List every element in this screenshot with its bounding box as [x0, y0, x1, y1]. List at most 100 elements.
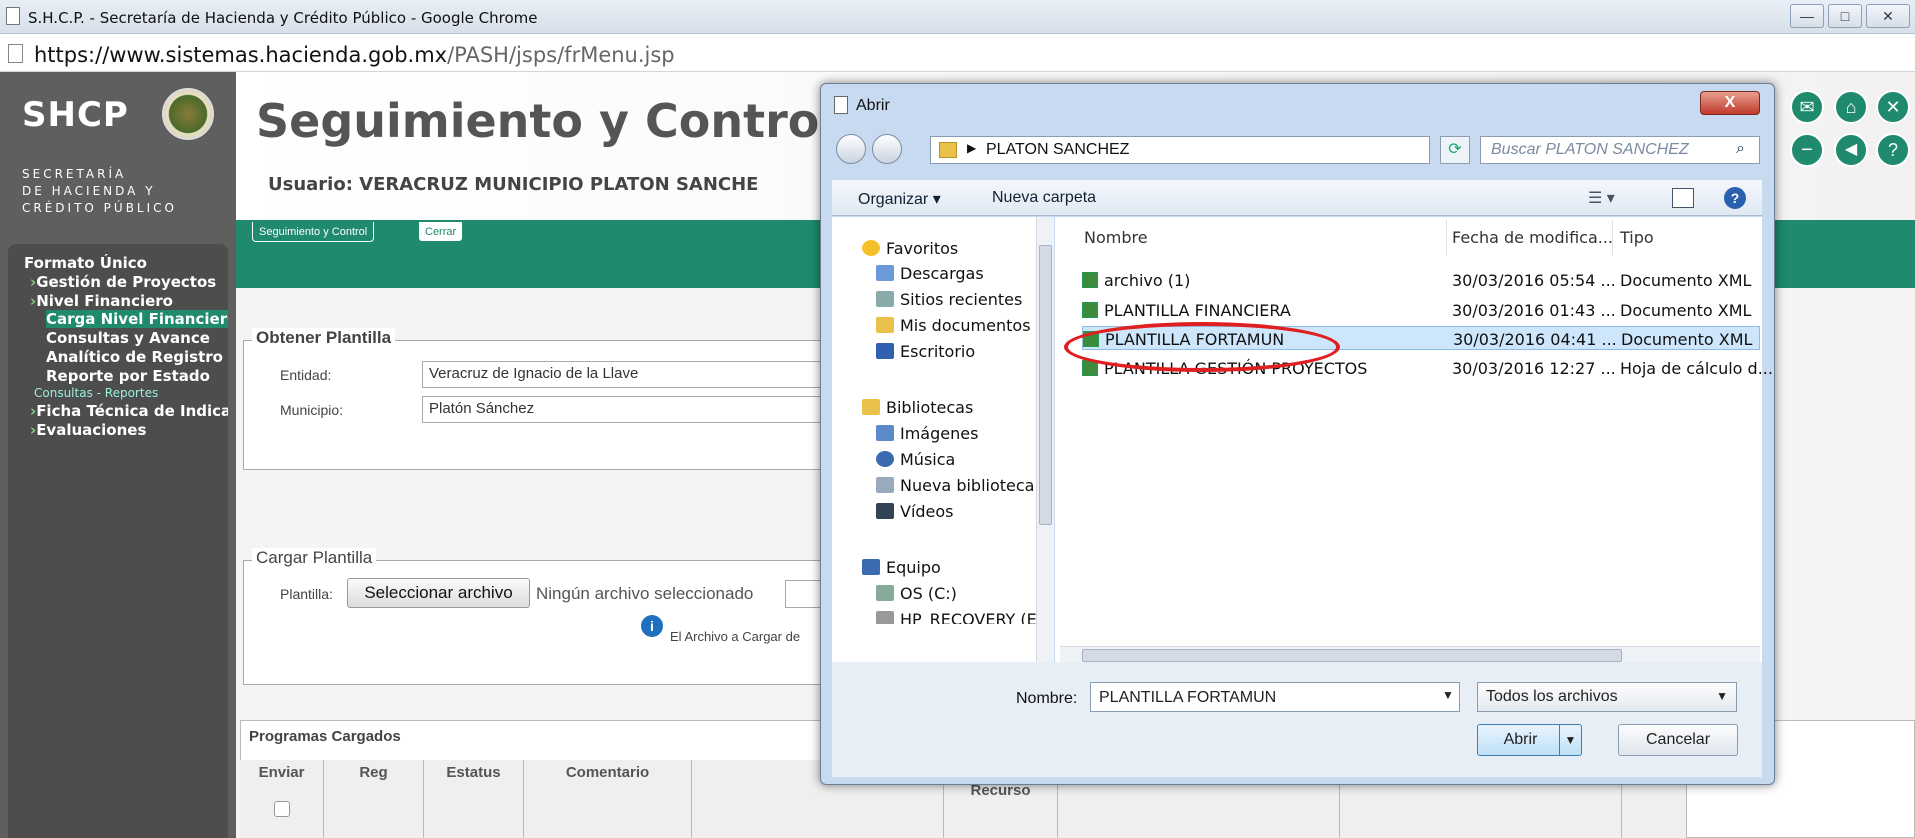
col-divider [1612, 220, 1613, 256]
tab-cerrar[interactable]: Cerrar [418, 222, 464, 242]
dialog-path-bar[interactable]: ▶ PLATON SANCHEZ [930, 136, 1430, 164]
nav-os-c[interactable]: OS (C:) [876, 584, 957, 603]
nav-scrollbar[interactable] [1036, 217, 1054, 662]
nav-escritorio[interactable]: Escritorio [876, 342, 975, 361]
col-nombre[interactable]: Nombre [1084, 228, 1148, 247]
file-row[interactable]: archivo (1) 30/03/2016 05:54 ... Documento… [1082, 268, 1760, 292]
file-row[interactable]: PLANTILLA FINANCIERA 30/03/2016 01:43 ...… [1082, 298, 1760, 322]
home-icon[interactable]: ⌂ [1834, 90, 1868, 124]
computer-icon [862, 559, 880, 575]
path-text: PLATON SANCHEZ [986, 141, 1130, 158]
star-icon [862, 240, 880, 256]
chevron-right-icon: ▶ [967, 141, 977, 155]
nav-equipo[interactable]: Equipo [862, 558, 941, 577]
url-text[interactable]: https://www.sistemas.hacienda.gob.mx/PAS… [34, 43, 675, 67]
sidebar-item-formato-unico[interactable]: Formato Único [24, 254, 147, 272]
xml-file-icon [1082, 272, 1098, 288]
sidebar-item-reporte-estado[interactable]: Reporte por Estado [46, 367, 228, 385]
hscroll-thumb[interactable] [1082, 649, 1622, 662]
search-icon[interactable]: ⌕ [1736, 140, 1745, 158]
window-title: S.H.C.P. - Secretaría de Hacienda y Créd… [28, 9, 538, 27]
nav-musica[interactable]: Música [876, 450, 955, 469]
sidebar-item-gestion-proyectos[interactable]: ›Gestión de Proyectos [30, 273, 228, 291]
select-file-button[interactable]: Seleccionar archivo [347, 578, 530, 608]
col-comentario: Comentario [524, 760, 692, 838]
sidebar-item-nivel-financiero[interactable]: ›Nivel Financiero [30, 292, 228, 310]
nav-descargas[interactable]: Descargas [876, 264, 984, 283]
back-nav-icon[interactable] [836, 134, 866, 164]
sidebar-item-analitico-registro[interactable]: Analítico de Registro [46, 348, 228, 366]
sidebar-item-ficha-tecnica[interactable]: ›Ficha Técnica de Indicadores [30, 402, 228, 420]
close-window-button[interactable]: ✕ [1866, 4, 1910, 28]
excel-file-icon [1082, 360, 1098, 376]
abrir-button[interactable]: Abrir ▼ [1477, 724, 1582, 756]
nav-nueva-biblioteca[interactable]: Nueva biblioteca [876, 476, 1034, 495]
dialog-toolbar: Organizar ▾ Nueva carpeta ☰ ▾ ? [832, 180, 1762, 216]
dialog-close-button[interactable]: X [1700, 91, 1760, 115]
view-options-icon[interactable]: ☰ ▾ [1588, 188, 1615, 208]
nombre-label: Nombre: [1016, 690, 1078, 707]
page-title: Seguimiento y Control [256, 94, 836, 148]
nav-favoritos[interactable]: Favoritos [862, 239, 958, 258]
desktop-icon [876, 343, 894, 359]
info-text: El Archivo a Cargar de [670, 629, 801, 644]
entidad-field[interactable]: Veracruz de Ignacio de la Llave [422, 361, 842, 388]
refresh-icon[interactable]: ⟳ [1440, 136, 1470, 164]
back-icon[interactable]: ◀ [1834, 133, 1868, 167]
chevron-down-icon[interactable]: ▼ [1442, 688, 1454, 702]
nav-imagenes[interactable]: Imágenes [876, 424, 978, 443]
chevron-down-icon[interactable]: ▼ [1559, 725, 1581, 755]
upload-input[interactable] [785, 580, 825, 608]
mexico-seal-icon [162, 88, 214, 140]
minimize-button[interactable]: — [1790, 4, 1824, 28]
organizar-button[interactable]: Organizar ▾ [858, 189, 941, 209]
help-circle-icon[interactable]: ? [1724, 187, 1746, 209]
page-icon [8, 44, 23, 63]
libraries-icon [862, 399, 880, 415]
xml-file-icon [1082, 302, 1098, 318]
sidebar-item-evaluaciones[interactable]: ›Evaluaciones [30, 421, 228, 439]
maximize-button[interactable]: □ [1828, 4, 1862, 28]
nav-hp-recovery[interactable]: HP_RECOVERY (E: [876, 610, 1042, 624]
col-fecha[interactable]: Fecha de modifica... [1452, 228, 1613, 247]
col-tipo[interactable]: Tipo [1620, 228, 1654, 247]
nav-bibliotecas[interactable]: Bibliotecas [862, 398, 973, 417]
dialog-search-input[interactable]: Buscar PLATON SANCHEZ [1480, 136, 1760, 164]
col-divider [1446, 220, 1447, 256]
nav-scroll-thumb[interactable] [1039, 245, 1052, 525]
forward-nav-icon[interactable] [872, 134, 902, 164]
obtener-legend: Obtener Plantilla [252, 328, 396, 348]
enviar-checkbox[interactable] [273, 801, 290, 817]
help-icon[interactable]: ? [1876, 133, 1910, 167]
recent-icon [876, 291, 894, 307]
nav-sitios-recientes[interactable]: Sitios recientes [876, 290, 1022, 309]
drive-icon [876, 611, 894, 624]
nav-mis-documentos[interactable]: Mis documentos [876, 316, 1031, 335]
drive-icon [876, 585, 894, 601]
nueva-carpeta-button[interactable]: Nueva carpeta [992, 189, 1096, 207]
dialog-page-icon [834, 96, 848, 114]
municipio-field[interactable]: Platón Sánchez [422, 396, 842, 423]
sidebar-item-carga-nivel-financiero[interactable]: Carga Nivel Financiero [46, 310, 228, 328]
filename-input[interactable]: PLANTILLA FORTAMUN [1090, 682, 1460, 712]
mail-icon[interactable]: ✉ [1790, 90, 1824, 124]
folder-icon [939, 142, 957, 158]
dialog-nav-pane: Favoritos Descargas Sitios recientes Mis… [832, 217, 1054, 662]
file-row-selected[interactable]: PLANTILLA FORTAMUN 30/03/2016 04:41 ... Do… [1082, 326, 1760, 350]
sidebar-panel: Formato Único ›Gestión de Proyectos ›Niv… [8, 244, 228, 838]
minus-icon[interactable]: − [1790, 133, 1824, 167]
nav-videos[interactable]: Vídeos [876, 502, 954, 521]
address-bar[interactable]: https://www.sistemas.hacienda.gob.mx/PAS… [0, 34, 1915, 72]
tab-seguimiento[interactable]: Seguimiento y Control [252, 222, 375, 242]
file-row[interactable]: PLANTILLA GESTIÓN PROYECTOS 30/03/2016 12… [1082, 356, 1773, 380]
file-type-select[interactable]: Todos los archivos ▼ [1477, 682, 1737, 712]
close-icon[interactable]: ✕ [1876, 90, 1910, 124]
secretaria-text: SECRETARÍA DE HACIENDA Y CRÉDITO PÚBLICO [22, 167, 177, 215]
programas-title: Programas Cargados [249, 728, 401, 745]
preview-pane-icon[interactable] [1672, 188, 1694, 208]
cancelar-button[interactable]: Cancelar [1618, 724, 1738, 756]
page-icon [6, 7, 20, 25]
sidebar-item-consultas-avance[interactable]: Consultas y Avance [46, 329, 228, 347]
sidebar-item-consultas-reportes[interactable]: Consultas - Reportes [34, 386, 158, 400]
cargar-plantilla-box [243, 560, 843, 685]
